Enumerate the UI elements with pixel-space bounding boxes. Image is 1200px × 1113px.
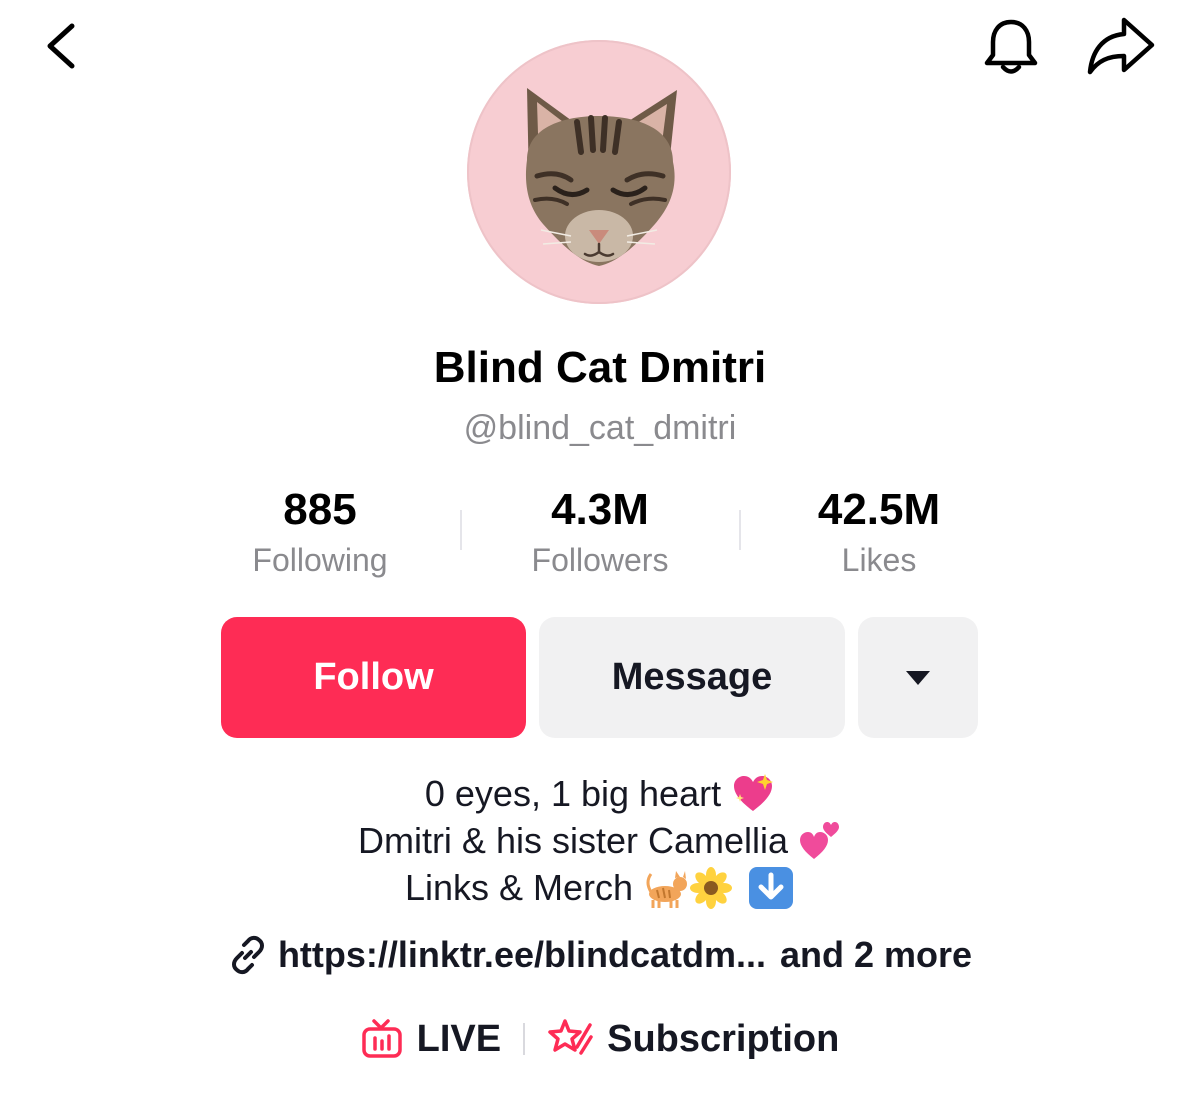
live-button[interactable]: LIVE <box>361 1013 501 1065</box>
stat-value: 4.3M <box>551 485 649 534</box>
link-chain-icon <box>231 935 264 975</box>
stat-likes[interactable]: 42.5M Likes <box>759 482 999 582</box>
stat-value: 42.5M <box>817 485 941 534</box>
bio-line: Links & Merch <box>0 864 1200 911</box>
share-arrow-icon <box>1087 17 1155 75</box>
profile-page: Blind Cat Dmitri @blind_cat_dmitri 885 F… <box>0 0 1200 1113</box>
display-name: Blind Cat Dmitri <box>433 343 767 392</box>
stat-divider <box>460 510 462 550</box>
feature-divider <box>523 1023 526 1055</box>
stat-label: Followers <box>531 542 669 578</box>
stat-following[interactable]: 885 Following <box>200 482 440 582</box>
stat-value: 885 <box>283 485 357 534</box>
subscription-button[interactable]: Subscription <box>547 1013 839 1065</box>
stat-label: Likes <box>841 542 917 578</box>
live-label: LIVE <box>416 1018 502 1060</box>
back-button[interactable] <box>36 20 88 72</box>
cat-face-icon <box>525 88 677 266</box>
shooting-star-icon <box>548 1019 593 1055</box>
notification-button[interactable] <box>978 14 1044 80</box>
stat-followers[interactable]: 4.3M Followers <box>480 482 720 582</box>
bio: 0 eyes, 1 big heart Dmitri & his sister … <box>0 770 1200 911</box>
bio-text: Links & Merch <box>404 867 634 908</box>
username-handle: @blind_cat_dmitri <box>463 409 737 447</box>
bell-icon <box>984 19 1038 74</box>
caret-down-icon <box>906 670 930 685</box>
cat-sunflower-down-arrow-emoji-icon <box>643 866 795 910</box>
two-hearts-emoji-icon <box>798 819 842 863</box>
bio-link[interactable]: https://linktr.ee/blindcatdm... and 2 mo… <box>0 930 1200 980</box>
message-button[interactable]: Message <box>539 617 845 738</box>
bio-text: Dmitri & his sister Camellia <box>357 820 789 861</box>
link-url[interactable]: https://linktr.ee/blindcatdm... <box>278 930 766 980</box>
live-tv-icon <box>361 1019 402 1058</box>
feature-row: LIVE Subscription <box>0 1013 1200 1065</box>
more-options-button[interactable] <box>858 617 978 738</box>
avatar[interactable] <box>467 40 731 304</box>
stat-divider <box>739 510 741 550</box>
sparkling-heart-emoji-icon <box>731 772 775 816</box>
bio-line: Dmitri & his sister Camellia <box>0 817 1200 864</box>
subscription-label: Subscription <box>607 1018 840 1060</box>
chevron-left-icon <box>47 23 75 69</box>
follow-button[interactable]: Follow <box>221 617 526 738</box>
share-button[interactable] <box>1084 14 1158 80</box>
stat-label: Following <box>252 542 388 578</box>
bio-line: 0 eyes, 1 big heart <box>0 770 1200 817</box>
link-more[interactable]: and 2 more <box>780 930 972 980</box>
bio-text: 0 eyes, 1 big heart <box>424 773 722 814</box>
